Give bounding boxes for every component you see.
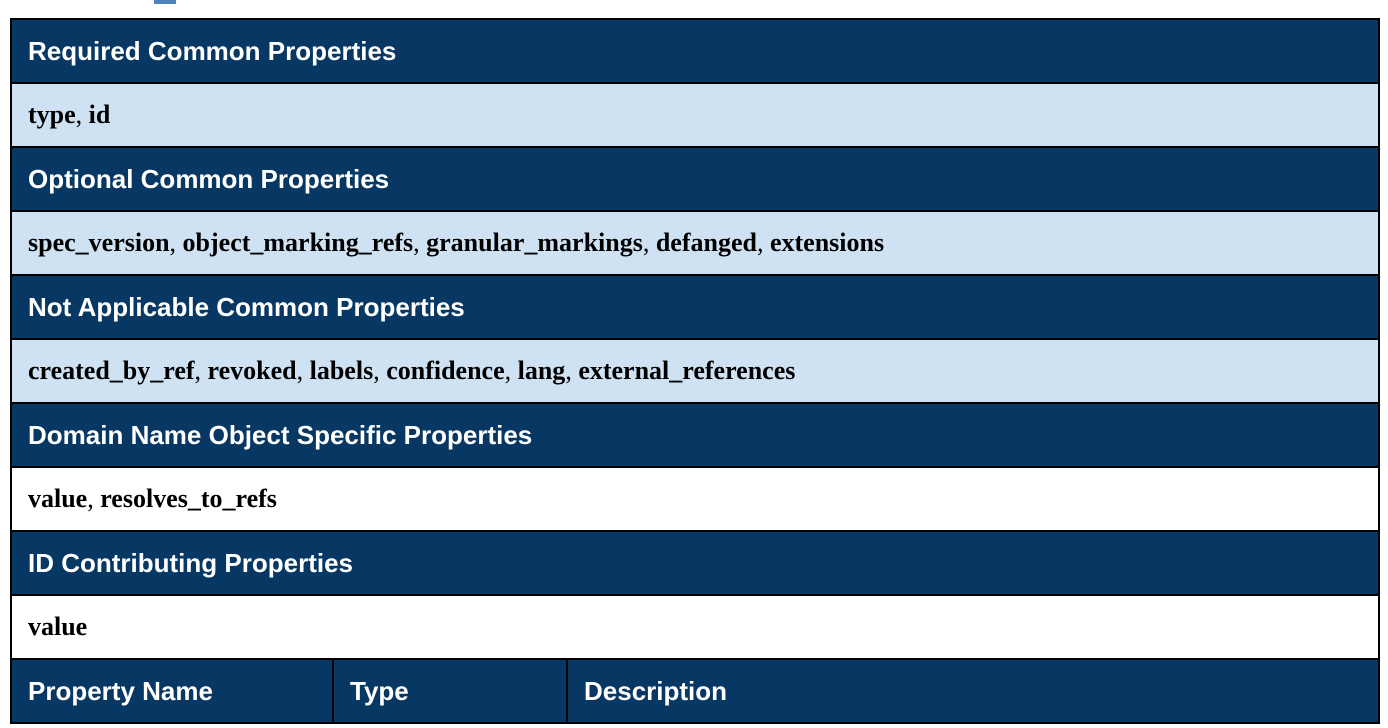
properties-table-body: Required Common Properties type, id Opti… [10, 18, 1380, 724]
required-common-properties-header: Required Common Properties [10, 18, 1380, 84]
section-value-row: value [10, 594, 1380, 660]
property-name-revoked: revoked [207, 356, 297, 385]
domain-name-specific-properties-header: Domain Name Object Specific Properties [10, 402, 1380, 468]
property-name-id: id [88, 100, 111, 129]
section-header-row: ID Contributing Properties [10, 530, 1380, 596]
not-applicable-common-properties-values: created_by_ref, revoked, labels, confide… [10, 338, 1380, 404]
property-separator: , [296, 356, 310, 385]
heading-letter-fragment [154, 0, 176, 4]
section-value-row: spec_version, object_marking_refs, granu… [10, 210, 1380, 276]
property-name-extensions: extensions [769, 228, 885, 257]
section-header-row: Not Applicable Common Properties [10, 274, 1380, 340]
section-value-row: created_by_ref, revoked, labels, confide… [10, 338, 1380, 404]
property-name-type: type [28, 100, 76, 129]
section-header-row: Domain Name Object Specific Properties [10, 402, 1380, 468]
property-name-resolves-to-refs: resolves_to_refs [100, 484, 277, 513]
property-separator: , [565, 356, 579, 385]
property-separator: , [413, 228, 427, 257]
property-name-external-references: external_references [578, 356, 796, 385]
property-separator: , [169, 228, 183, 257]
property-name-defanged: defanged [655, 228, 757, 257]
property-separator: , [373, 356, 387, 385]
required-common-properties-values: type, id [10, 82, 1380, 148]
property-name-labels: labels [309, 356, 374, 385]
property-name-value: value [28, 484, 88, 513]
column-header-row: Property Name Type Description [10, 658, 1380, 724]
property-separator: , [75, 100, 89, 129]
column-header-type: Type [332, 658, 568, 724]
property-name-granular-markings: granular_markings [426, 228, 643, 257]
not-applicable-common-properties-header: Not Applicable Common Properties [10, 274, 1380, 340]
id-contributing-properties-header: ID Contributing Properties [10, 530, 1380, 596]
optional-common-properties-values: spec_version, object_marking_refs, granu… [10, 210, 1380, 276]
section-heading-fragment [0, 0, 1388, 4]
property-separator: , [87, 484, 101, 513]
property-name-lang: lang [517, 356, 566, 385]
id-contributing-properties-values: value [10, 594, 1380, 660]
optional-common-properties-header: Optional Common Properties [10, 146, 1380, 212]
property-name-spec-version: spec_version [28, 228, 170, 257]
property-separator: , [194, 356, 208, 385]
property-name-object-marking-refs: object_marking_refs [182, 228, 414, 257]
property-separator: , [642, 228, 656, 257]
property-name-value: value [28, 612, 88, 641]
property-name-confidence: confidence [386, 356, 505, 385]
column-header-property-name: Property Name [10, 658, 334, 724]
domain-name-specific-properties-values: value, resolves_to_refs [10, 466, 1380, 532]
property-separator: , [504, 356, 518, 385]
section-value-row: type, id [10, 82, 1380, 148]
section-value-row: value, resolves_to_refs [10, 466, 1380, 532]
property-name-created-by-ref: created_by_ref [28, 356, 195, 385]
column-header-description: Description [566, 658, 1380, 724]
property-separator: , [756, 228, 770, 257]
section-header-row: Optional Common Properties [10, 146, 1380, 212]
properties-table: Required Common Properties type, id Opti… [10, 18, 1380, 724]
section-header-row: Required Common Properties [10, 18, 1380, 84]
